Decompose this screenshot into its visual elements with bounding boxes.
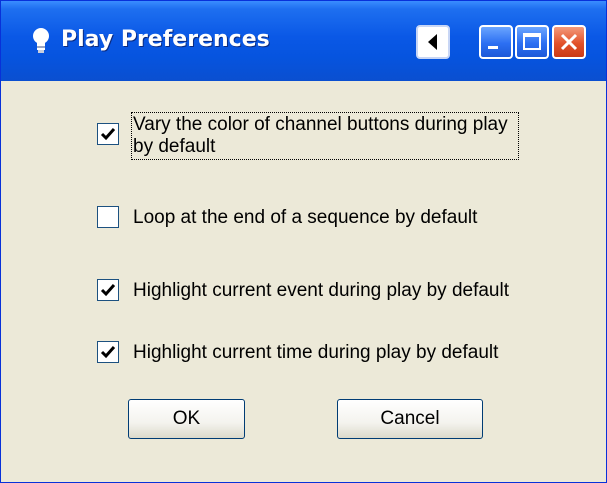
highlight-time-checkbox[interactable] [97,341,119,363]
vary-color-label: Vary the color of channel buttons during… [131,112,519,160]
back-arrow-icon [428,34,437,50]
window-title: Play Preferences [61,27,270,52]
checkmark-icon [100,128,116,141]
checkmark-icon [100,284,116,297]
close-icon [560,33,578,51]
lightbulb-icon [31,26,51,56]
loop-sequence-label: Loop at the end of a sequence by default [133,207,478,228]
maximize-icon [523,33,541,50]
maximize-button[interactable] [515,25,549,59]
ok-button[interactable]: OK [128,399,245,439]
checkmark-icon [100,346,116,359]
play-preferences-dialog: Play Preferences Vary the color of chann… [0,0,607,483]
highlight-time-label: Highlight current time during play by de… [133,342,499,363]
minimize-icon [488,46,498,49]
back-button[interactable] [416,25,450,59]
close-button[interactable] [552,25,586,59]
title-bar[interactable]: Play Preferences [1,1,606,81]
vary-color-checkbox[interactable] [97,123,119,145]
highlight-event-label: Highlight current event during play by d… [133,280,510,301]
cancel-button[interactable]: Cancel [337,399,483,439]
highlight-event-checkbox[interactable] [97,279,119,301]
loop-sequence-checkbox[interactable] [97,206,119,228]
minimize-button[interactable] [479,25,513,59]
